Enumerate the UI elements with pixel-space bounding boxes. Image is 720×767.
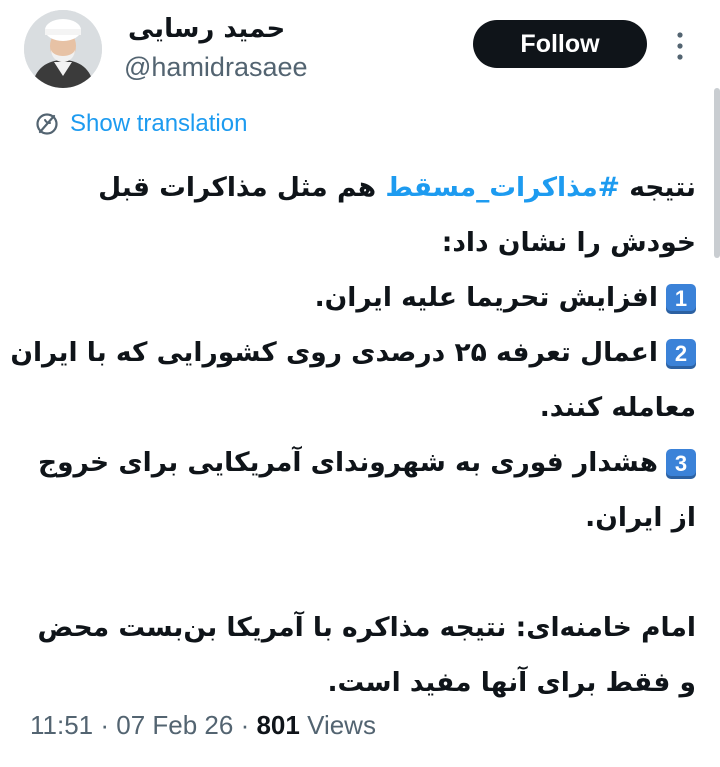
separator: · <box>93 710 117 740</box>
list-item-2-text: اعمال تعرفه ۲۵ درصدی روی کشورایی که با ا… <box>10 337 658 368</box>
quote-line-2: و فقط برای آنها مفید است. <box>327 667 696 698</box>
tweet-meta: 11:51 · 07 Feb 26 · 801 Views <box>30 710 376 741</box>
tweet-line-2: خودش را نشان داد: <box>441 227 696 258</box>
quote-line-1: امام خامنه‌ای: نتیجه مذاکره با آمریکا بن… <box>37 612 696 643</box>
tweet-line-1: نتیجه #مذاکرات_مسقط هم مثل مذاکرات قبل <box>30 160 696 215</box>
keycap-1-icon: 1 <box>666 283 696 314</box>
keycap-2-icon: 2 <box>666 338 696 369</box>
separator: · <box>233 710 257 740</box>
tweet-text-fragment: نتیجه <box>620 172 696 203</box>
tweet-card: حمید رسایی @hamidrasaee Follow Show tran… <box>0 0 720 767</box>
show-translation-link[interactable]: Show translation <box>34 110 247 138</box>
tweet-time[interactable]: 11:51 <box>30 710 93 740</box>
list-item-3: 3 هشدار فوری به شهروندای آمریکایی برای خر… <box>30 435 696 490</box>
globe-translate-icon <box>34 111 60 137</box>
tweet-date[interactable]: 07 Feb 26 <box>116 710 233 740</box>
follow-button[interactable]: Follow <box>473 20 647 68</box>
profile-photo <box>24 10 102 88</box>
avatar[interactable] <box>24 10 102 88</box>
list-item-2-continued: معامله کنند. <box>539 392 696 423</box>
list-item-3-continued: از ایران. <box>585 502 696 533</box>
user-handle[interactable]: @hamidrasaee <box>124 52 308 83</box>
scrollbar[interactable] <box>714 88 720 258</box>
display-name[interactable]: حمید رسایی <box>128 14 285 44</box>
views-label: Views <box>299 710 376 740</box>
more-vertical-icon[interactable] <box>672 30 688 62</box>
hashtag-link[interactable]: #مذاکرات_مسقط <box>385 172 620 203</box>
tweet-text: نتیجه #مذاکرات_مسقط هم مثل مذاکرات قبل خ… <box>10 160 696 710</box>
keycap-3-icon: 3 <box>666 448 696 479</box>
show-translation-label: Show translation <box>70 110 248 137</box>
list-item-2: 2 اعمال تعرفه ۲۵ درصدی روی کشورایی که با … <box>10 325 696 380</box>
list-item-3-text: هشدار فوری به شهروندای آمریکایی برای خرو… <box>37 447 658 478</box>
list-item-1-text: افزایش تحریما علیه ایران. <box>314 282 658 313</box>
tweet-text-fragment: هم مثل مذاکرات قبل <box>98 172 386 203</box>
list-item-1: 1 افزایش تحریما علیه ایران. <box>30 270 696 325</box>
views-count: 801 <box>256 710 300 740</box>
